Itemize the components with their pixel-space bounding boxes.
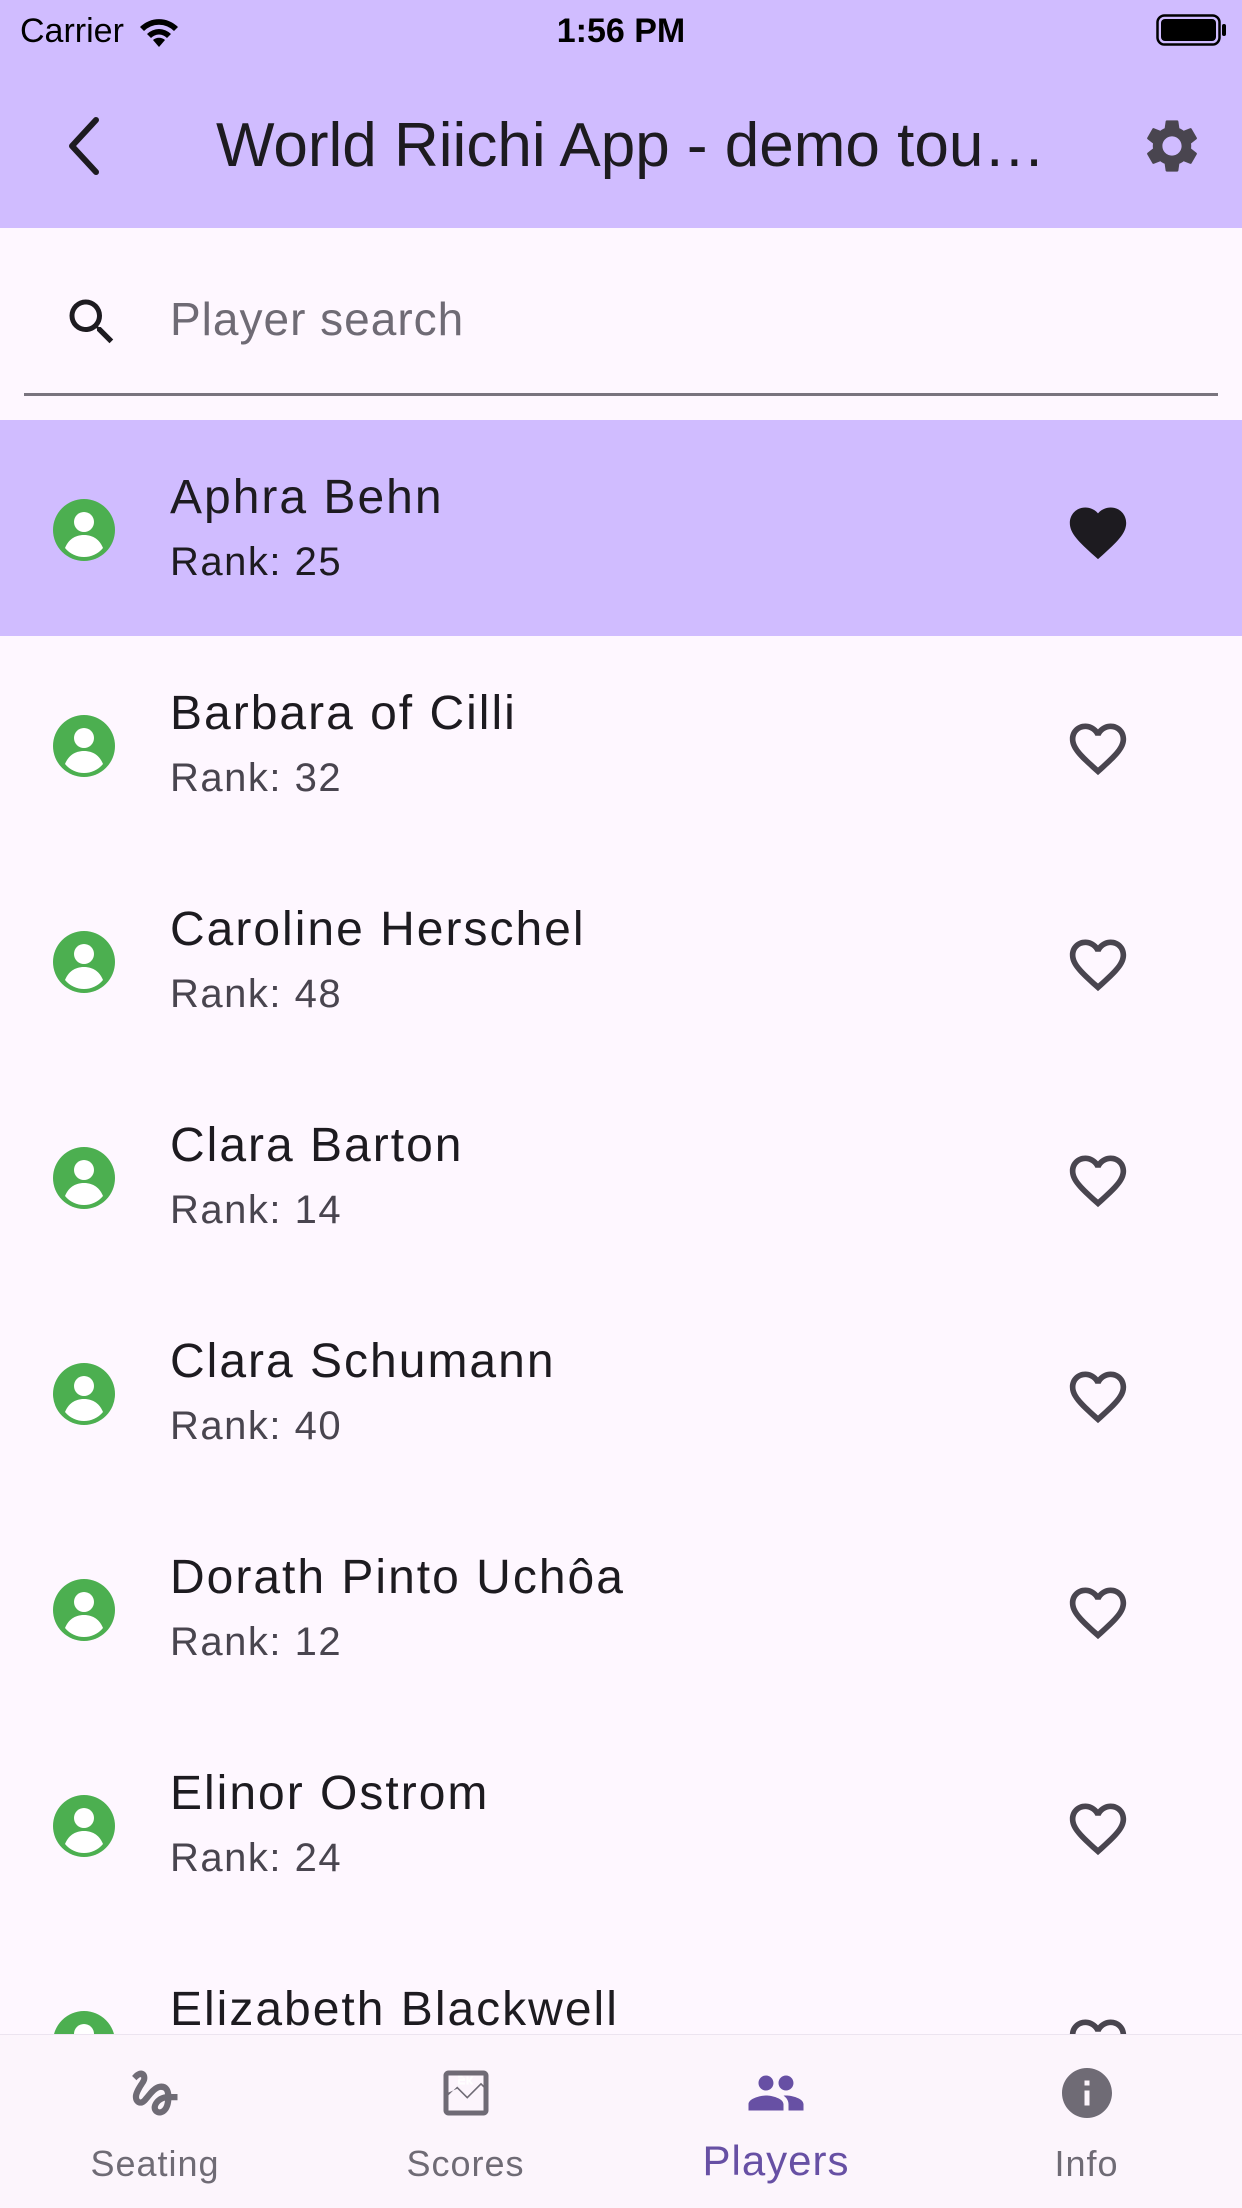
person-avatar-icon — [53, 1147, 115, 1209]
status-bar: Carrier 1:56 PM — [0, 0, 1242, 62]
favorite-button[interactable] — [1060, 708, 1136, 784]
player-name: Clara Barton — [170, 1119, 464, 1172]
nav-label: Info — [1054, 2143, 1119, 2184]
player-name: Caroline Herschel — [170, 903, 586, 956]
status-time: 1:56 PM — [556, 12, 686, 50]
player-rank: Rank: 48 — [170, 972, 343, 1016]
search-icon — [69, 299, 114, 344]
player-row[interactable]: Aphra Behn Rank: 25 — [0, 420, 1242, 636]
player-row[interactable]: Dorath Pinto Uchôa Rank: 12 — [0, 1500, 1242, 1716]
player-name: Elizabeth Blackwell — [170, 1983, 619, 2034]
heart-outline-icon — [1069, 1803, 1127, 1856]
search-input[interactable] — [170, 284, 1170, 354]
nav-label: Scores — [406, 2143, 525, 2184]
info-icon — [1061, 2068, 1112, 2118]
favorite-button[interactable] — [1060, 1356, 1136, 1432]
player-row[interactable]: Elinor Ostrom Rank: 24 — [0, 1716, 1242, 1932]
player-name: Clara Schumann — [170, 1335, 556, 1388]
person-avatar-icon — [53, 1795, 115, 1857]
nav-label: Seating — [90, 2143, 220, 2184]
page-title: World Riichi App - demo tour… — [216, 111, 1056, 180]
heart-outline-icon — [1069, 1587, 1127, 1640]
player-rank: Rank: 32 — [170, 756, 343, 800]
top-bar: Carrier 1:56 PM World Riichi App - demo … — [0, 0, 1242, 228]
player-row[interactable]: Caroline Herschel Rank: 48 — [0, 852, 1242, 1068]
search-field — [24, 228, 1218, 396]
scoreboard-icon — [443, 2070, 488, 2116]
person-avatar-icon — [53, 1363, 115, 1425]
heart-outline-icon — [1069, 1371, 1127, 1424]
heart-outline-icon — [1069, 1155, 1127, 1208]
player-row[interactable]: Elizabeth Blackwell — [0, 1932, 1242, 2034]
favorite-button[interactable] — [1060, 1572, 1136, 1648]
heart-outline-icon — [1069, 723, 1127, 776]
back-arrow-icon — [69, 117, 99, 175]
nav-item-players[interactable]: Players — [621, 2035, 931, 2208]
heart-outline-icon — [1069, 939, 1127, 992]
battery-icon — [1156, 14, 1226, 46]
settings-button[interactable] — [1122, 102, 1222, 190]
back-button[interactable] — [40, 102, 128, 190]
person-avatar-icon — [54, 2011, 114, 2034]
people-icon — [748, 2075, 804, 2111]
person-avatar-icon — [53, 1579, 115, 1641]
player-row[interactable]: Clara Barton Rank: 14 — [0, 1068, 1242, 1284]
gear-icon — [1147, 120, 1197, 172]
nav-item-info[interactable]: Info — [932, 2035, 1242, 2208]
player-name: Elinor Ostrom — [170, 1767, 490, 1820]
favorite-button[interactable] — [1060, 924, 1136, 1000]
bottom-navigation: Seating Scores Players Info — [0, 2034, 1242, 2208]
favorite-button[interactable] — [1060, 2004, 1136, 2034]
favorite-button[interactable] — [1060, 1788, 1136, 1864]
nav-label: Players — [702, 2137, 850, 2184]
player-rank: Rank: 12 — [170, 1620, 343, 1664]
nav-item-seating[interactable]: Seating — [0, 2035, 310, 2208]
player-name: Barbara of Cilli — [170, 687, 517, 740]
seat-icon — [132, 2070, 178, 2116]
heart-outline-icon — [1069, 2019, 1127, 2034]
person-avatar-icon — [53, 499, 115, 561]
player-rank: Rank: 24 — [170, 1836, 343, 1880]
player-name: Dorath Pinto Uchôa — [170, 1551, 625, 1604]
favorite-button[interactable] — [1060, 1140, 1136, 1216]
player-row[interactable]: Barbara of Cilli Rank: 32 — [0, 636, 1242, 852]
player-rank: Rank: 25 — [170, 540, 343, 584]
person-avatar-icon — [53, 715, 115, 777]
person-avatar-icon — [53, 931, 115, 993]
nav-item-scores[interactable]: Scores — [311, 2035, 621, 2208]
player-row[interactable]: Clara Schumann Rank: 40 — [0, 1284, 1242, 1500]
player-name: Aphra Behn — [170, 471, 444, 524]
player-list: Aphra Behn Rank: 25 Barbara of Cilli Ran… — [0, 420, 1242, 2034]
heart-filled-icon — [1069, 507, 1127, 560]
app-bar: World Riichi App - demo tour… — [0, 62, 1242, 228]
player-rank: Rank: 40 — [170, 1404, 343, 1448]
player-rank: Rank: 14 — [170, 1188, 343, 1232]
favorite-button[interactable] — [1060, 492, 1136, 568]
app-screen: Carrier 1:56 PM World Riichi App - demo … — [0, 0, 1242, 2208]
